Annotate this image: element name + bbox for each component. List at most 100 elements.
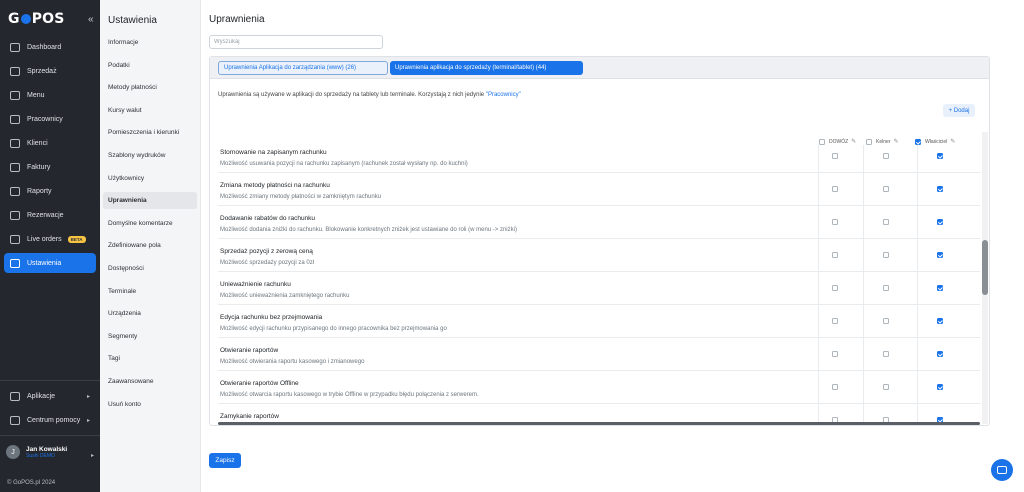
permission-checkbox-dowoz[interactable] bbox=[832, 186, 838, 192]
submenu-item-zaawansowane[interactable]: Zaawansowane bbox=[103, 373, 197, 390]
calendar-icon bbox=[10, 210, 20, 220]
permission-checkbox-kelner[interactable] bbox=[883, 252, 889, 258]
beta-badge: BETA bbox=[67, 235, 86, 243]
report-icon bbox=[10, 186, 20, 196]
sidebar-item-aplikacje[interactable]: Aplikacje ▸ bbox=[4, 386, 96, 406]
invoice-icon bbox=[10, 162, 20, 172]
edit-icon[interactable]: ✎ bbox=[950, 138, 955, 145]
submenu-item-uprawnienia[interactable]: Uprawnienia bbox=[103, 192, 197, 210]
submenu-item-zdefiniowane-pola[interactable]: Zdefiniowane pola bbox=[103, 237, 197, 254]
chart-icon bbox=[10, 66, 20, 76]
sidebar-divider bbox=[0, 435, 100, 436]
tab-management-app-permissions[interactable]: Uprawnienia Aplikacja do zarządzania (ww… bbox=[218, 61, 388, 75]
users-icon bbox=[10, 138, 20, 148]
permission-checkbox-kelner[interactable] bbox=[883, 318, 889, 324]
sidebar-item-label: Live orders bbox=[27, 235, 62, 243]
permission-checkbox-kelner[interactable] bbox=[883, 153, 889, 159]
table-row: Otwieranie raportów Możliwość otwierania … bbox=[218, 338, 980, 371]
permission-checkbox-dowoz[interactable] bbox=[832, 384, 838, 390]
permission-description: Możliwość otwarcia raportu kasowego w tr… bbox=[220, 392, 479, 398]
sidebar-item-pracownicy[interactable]: Pracownicy bbox=[4, 109, 96, 129]
submenu-item-kursy-walut[interactable]: Kursy walut bbox=[103, 102, 197, 119]
sidebar-item-dashboard[interactable]: Dashboard bbox=[4, 37, 96, 57]
role-select-all-checkbox[interactable] bbox=[866, 138, 872, 145]
sidebar-item-raporty[interactable]: Raporty bbox=[4, 181, 96, 201]
sidebar-item-live-orders[interactable]: Live orders BETA bbox=[4, 229, 96, 249]
sidebar-item-klienci[interactable]: Klienci bbox=[4, 133, 96, 153]
permissions-table: Stornowanie na zapisanym rachunku Możliwo… bbox=[218, 145, 980, 423]
permission-checkbox-dowoz[interactable] bbox=[832, 351, 838, 357]
user-menu[interactable]: J Jan Kowalski Sushi DEMO bbox=[6, 445, 67, 459]
search-input[interactable] bbox=[209, 35, 383, 49]
collapse-sidebar-icon[interactable]: « bbox=[88, 14, 94, 25]
permission-checkbox-wlasciciel[interactable] bbox=[937, 384, 943, 390]
submenu-item-informacje[interactable]: Informacje bbox=[103, 34, 197, 51]
sidebar-item-centrum-pomocy[interactable]: Centrum pomocy ▸ bbox=[4, 410, 96, 430]
permission-checkbox-kelner[interactable] bbox=[883, 285, 889, 291]
submenu-item-segmenty[interactable]: Segmenty bbox=[103, 328, 197, 345]
avatar: J bbox=[6, 445, 20, 459]
role-select-all-checkbox[interactable] bbox=[915, 138, 921, 145]
sidebar-item-faktury[interactable]: Faktury bbox=[4, 157, 96, 177]
table-row: Dodawanie rabatów do rachunku Możliwość d… bbox=[218, 206, 980, 239]
tabs-bar: Uprawnienia Aplikacja do zarządzania (ww… bbox=[210, 57, 989, 79]
permission-checkbox-kelner[interactable] bbox=[883, 384, 889, 390]
permission-checkbox-dowoz[interactable] bbox=[832, 318, 838, 324]
permission-checkbox-wlasciciel[interactable] bbox=[937, 153, 943, 159]
tab-sales-app-permissions[interactable]: Uprawnienia aplikacja do sprzedaży (term… bbox=[390, 61, 583, 75]
sidebar-item-label: Pracownicy bbox=[27, 115, 63, 123]
gopos-logo[interactable]: G POS bbox=[8, 11, 65, 27]
copyright: © GoPOS.pl 2024 bbox=[7, 480, 56, 486]
permission-checkbox-kelner[interactable] bbox=[883, 186, 889, 192]
permission-name: Sprzedaż pozycji z zerową ceną bbox=[220, 248, 313, 255]
help-icon bbox=[10, 415, 20, 425]
permission-checkbox-kelner[interactable] bbox=[883, 219, 889, 225]
user-organization: Sushi DEMO bbox=[26, 452, 55, 459]
sidebar-item-sprzedaz[interactable]: Sprzedaż bbox=[4, 61, 96, 81]
employees-link[interactable]: "Pracownicy" bbox=[486, 92, 521, 98]
permission-checkbox-wlasciciel[interactable] bbox=[937, 318, 943, 324]
save-button[interactable]: Zapisz bbox=[209, 453, 241, 468]
sidebar-item-ustawienia[interactable]: Ustawienia bbox=[4, 253, 96, 273]
table-row: Zmiana metody płatności na rachunku Możli… bbox=[218, 173, 980, 206]
submenu-item-urzadzenia[interactable]: Urządzenia bbox=[103, 305, 197, 322]
role-column-dowoz: DOWÓZ ✎ bbox=[819, 138, 856, 145]
permission-checkbox-kelner[interactable] bbox=[883, 351, 889, 357]
submenu-item-metody-platnosci[interactable]: Metody płatności bbox=[103, 79, 197, 96]
edit-icon[interactable]: ✎ bbox=[851, 138, 856, 145]
permission-name: Zamykanie raportów bbox=[220, 413, 279, 420]
submenu-item-terminale[interactable]: Terminale bbox=[103, 283, 197, 300]
permission-name: Edycja rachunku bez przejmowania bbox=[220, 314, 323, 321]
submenu-item-pomieszczenia-i-kierunki[interactable]: Pomieszczenia i kierunki bbox=[103, 124, 197, 141]
permission-checkbox-dowoz[interactable] bbox=[832, 153, 838, 159]
permission-checkbox-wlasciciel[interactable] bbox=[937, 186, 943, 192]
add-role-button[interactable]: + Dodaj bbox=[943, 104, 975, 117]
permission-checkbox-wlasciciel[interactable] bbox=[937, 351, 943, 357]
horizontal-scrollbar[interactable] bbox=[218, 422, 980, 425]
submenu-item-uzytkownicy[interactable]: Użytkownicy bbox=[103, 170, 197, 187]
table-row: Sprzedaż pozycji z zerową ceną Możliwość … bbox=[218, 239, 980, 272]
apps-icon bbox=[10, 391, 20, 401]
permission-checkbox-dowoz[interactable] bbox=[832, 285, 838, 291]
permission-description: Możliwość sprzedaży pozycji za 0zł bbox=[220, 260, 315, 266]
permission-checkbox-dowoz[interactable] bbox=[832, 252, 838, 258]
permission-checkbox-wlasciciel[interactable] bbox=[937, 219, 943, 225]
submenu-item-usun-konto[interactable]: Usuń konto bbox=[103, 396, 197, 413]
chat-button[interactable] bbox=[991, 459, 1013, 481]
sidebar-item-rezerwacje[interactable]: Rezerwacje bbox=[4, 205, 96, 225]
permission-checkbox-dowoz[interactable] bbox=[832, 219, 838, 225]
edit-icon[interactable]: ✎ bbox=[893, 138, 898, 145]
permission-checkbox-wlasciciel[interactable] bbox=[937, 285, 943, 291]
sidebar-item-menu[interactable]: Menu bbox=[4, 85, 96, 105]
vertical-scrollbar[interactable] bbox=[982, 240, 988, 295]
chevron-right-icon[interactable]: ▸ bbox=[91, 452, 94, 459]
submenu-item-podatki[interactable]: Podatki bbox=[103, 57, 197, 74]
main-sidebar: G POS « Dashboard Sprzedaż Menu Pracownicy Kl… bbox=[0, 0, 100, 492]
permission-checkbox-wlasciciel[interactable] bbox=[937, 252, 943, 258]
submenu-item-tagi[interactable]: Tagi bbox=[103, 350, 197, 367]
role-select-all-checkbox[interactable] bbox=[819, 138, 825, 145]
submenu-item-domyslne-komentarze[interactable]: Domyślne komentarze bbox=[103, 215, 197, 232]
submenu-item-dostepnosci[interactable]: Dostępności bbox=[103, 260, 197, 277]
sidebar-item-label: Raporty bbox=[27, 187, 52, 195]
submenu-item-szablony-wydrukow[interactable]: Szablony wydruków bbox=[103, 147, 197, 164]
